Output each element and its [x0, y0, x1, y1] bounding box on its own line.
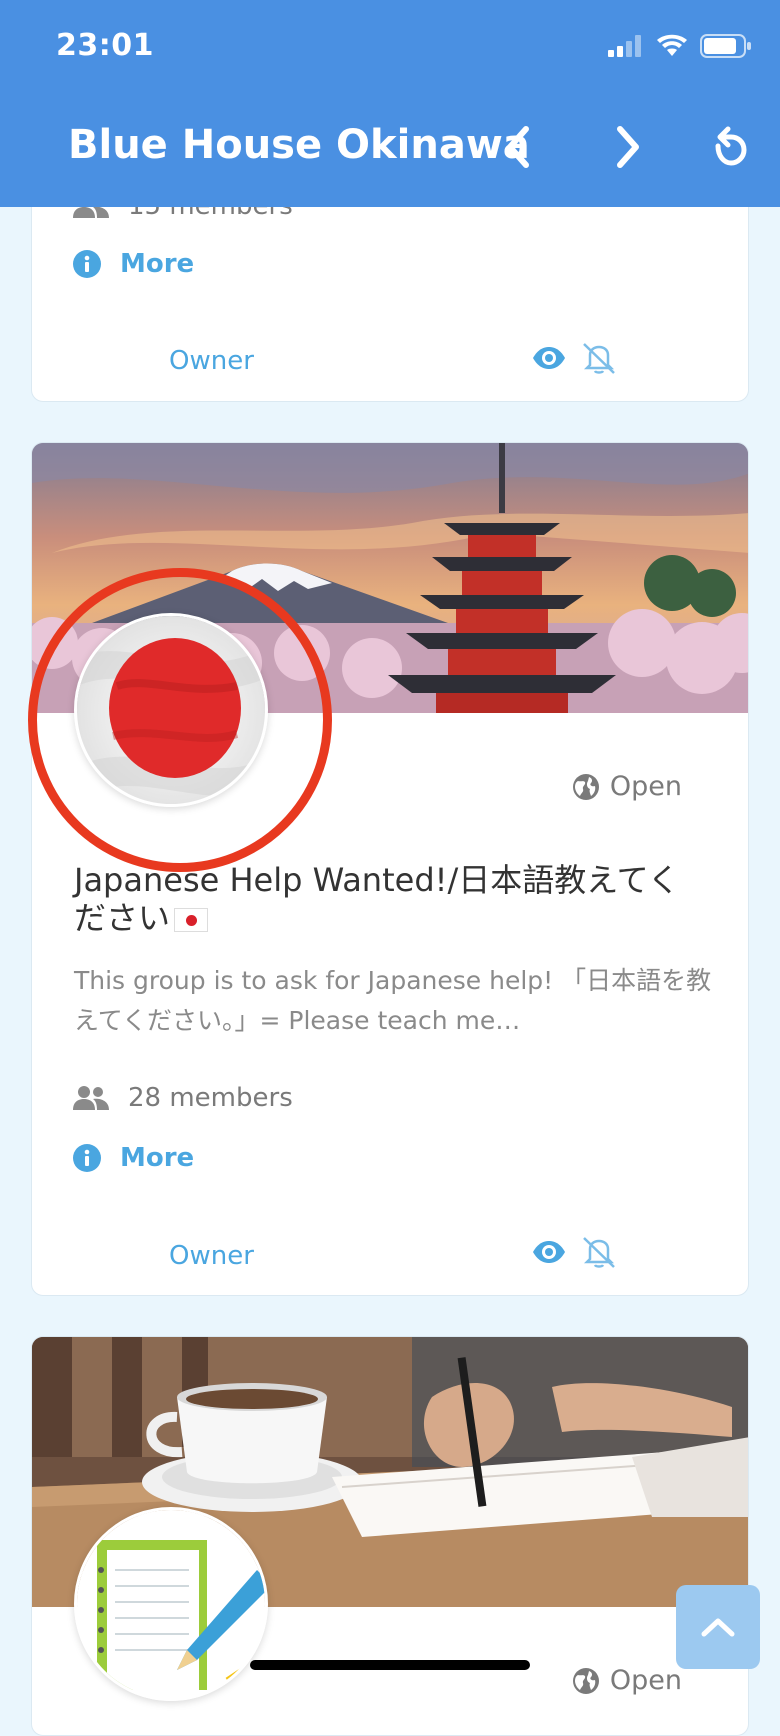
signal-icon	[608, 35, 641, 57]
forward-button[interactable]	[606, 122, 652, 172]
highlight-ring	[28, 568, 332, 872]
reload-button[interactable]	[706, 122, 752, 172]
group-description: This group is to ask for Japanese help! …	[74, 966, 712, 1035]
group-card[interactable]: Open	[31, 1336, 749, 1736]
reload-icon	[715, 126, 747, 166]
visibility-label: Open	[609, 1665, 682, 1696]
wifi-icon	[657, 34, 687, 56]
globe-icon	[572, 773, 599, 800]
group-avatar	[74, 1507, 268, 1701]
bell-off-icon[interactable]	[580, 1235, 618, 1269]
eye-icon[interactable]	[532, 346, 566, 370]
page-title: Blue House Okinawa	[68, 122, 530, 168]
battery-icon	[700, 34, 751, 58]
chevron-right-icon	[617, 126, 639, 168]
owner-role: Owner	[169, 346, 254, 376]
eye-icon[interactable]	[532, 1240, 566, 1264]
group-card[interactable]: Open Japanese Help Wanted!/日本語教えてください Th…	[31, 442, 749, 1296]
visibility-badge: Open	[572, 771, 682, 802]
status-icons	[608, 34, 752, 58]
owner-role: Owner	[169, 1241, 254, 1271]
more-link[interactable]: More	[72, 1143, 194, 1173]
bell-off-icon[interactable]	[580, 341, 618, 375]
card-actions	[532, 341, 618, 375]
japan-flag-emoji	[174, 908, 209, 932]
visibility-badge: Open	[572, 1665, 682, 1696]
back-button[interactable]	[494, 122, 540, 172]
members-icon	[73, 1086, 109, 1110]
chevron-up-icon	[701, 1618, 735, 1637]
globe-icon	[572, 1667, 599, 1694]
home-indicator[interactable]	[250, 1660, 530, 1670]
more-label: More	[120, 1143, 195, 1173]
status-time: 23:01	[56, 28, 154, 63]
info-icon	[73, 1144, 101, 1172]
group-title[interactable]: Japanese Help Wanted!/日本語教えてください	[74, 861, 704, 937]
visibility-label: Open	[609, 771, 682, 802]
scroll-to-top-button[interactable]	[676, 1585, 760, 1669]
app-header: 23:01 Blue House Okinawa	[0, 0, 780, 207]
card-actions	[532, 1235, 618, 1269]
members-row: 28 members	[72, 1083, 293, 1113]
more-label: More	[120, 249, 195, 279]
more-link[interactable]: More	[72, 249, 194, 279]
members-count: 28 members	[128, 1083, 293, 1113]
chevron-left-icon	[507, 126, 529, 168]
info-icon	[73, 250, 101, 278]
